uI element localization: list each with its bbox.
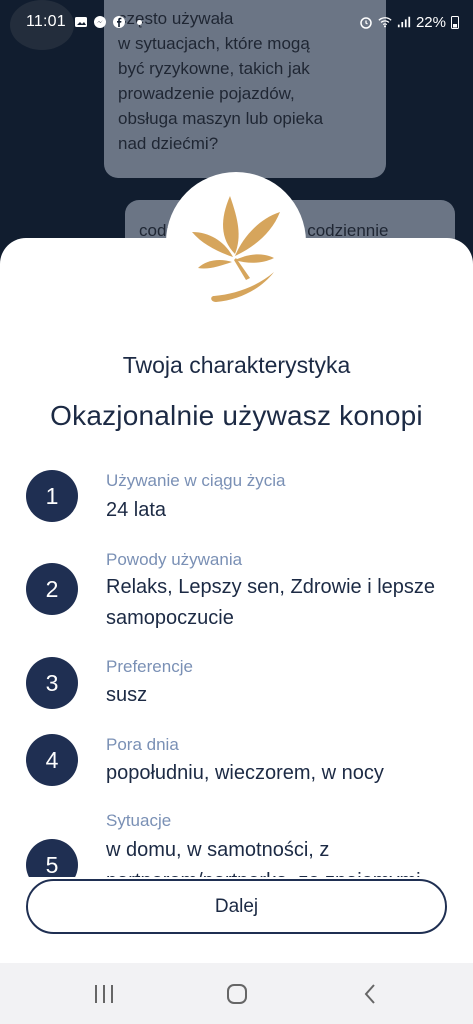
gallery-icon <box>74 17 87 27</box>
wifi-icon <box>378 17 392 28</box>
step-number: 5 <box>26 839 78 877</box>
item-label: Pora dnia <box>106 735 179 754</box>
app-logo <box>166 172 306 312</box>
alarm-icon <box>360 17 372 29</box>
profile-heading: Okazjonalnie używasz konopi <box>50 400 423 431</box>
item-value: popołudniu, wieczorem, w nocy <box>106 762 384 784</box>
facebook-icon <box>112 16 125 28</box>
recent-apps-icon <box>95 985 113 1003</box>
step-number: 1 <box>26 470 78 522</box>
item-label: Używanie w ciągu życia <box>106 471 286 490</box>
step-number: 3 <box>26 657 78 709</box>
item-value: w domu, w samotności, z partnerem/partne… <box>106 839 421 877</box>
step-number: 4 <box>26 734 78 786</box>
characteristics-list[interactable]: 1 Używanie w ciągu życia 24 lata 2 Powod… <box>0 465 473 877</box>
status-icons-left <box>74 15 142 29</box>
step-number: 2 <box>26 563 78 615</box>
battery-percent: 22% <box>415 13 446 31</box>
bubble-line: być ryzykowne, takich jak <box>118 59 310 78</box>
next-button[interactable]: Dalej <box>26 879 447 934</box>
home-button[interactable] <box>222 979 252 1009</box>
bubble-line: nad dziećmi? <box>118 134 219 153</box>
notification-dot <box>136 19 142 25</box>
item-label: Sytuacje <box>106 811 172 830</box>
back-button[interactable] <box>355 979 385 1009</box>
status-time: 11:01 <box>26 13 66 30</box>
item-label: Powody używania <box>106 550 243 569</box>
status-icons-right: 22% <box>359 14 459 31</box>
home-icon <box>227 984 247 1004</box>
sheet-title: Twoja charakterystyka <box>122 352 351 378</box>
status-bar: 11:01 22% <box>0 0 473 44</box>
item-value: susz <box>106 684 148 706</box>
battery-icon <box>451 16 459 29</box>
navigation-bar <box>0 963 473 1024</box>
cannabis-leaf-icon <box>192 196 280 302</box>
item-value: 24 lata <box>106 499 167 521</box>
messenger-icon <box>93 16 106 28</box>
item-label: Preferencje <box>106 657 193 676</box>
bubble-line: obsługa maszyn lub opieka <box>118 109 324 128</box>
back-icon <box>364 984 375 1004</box>
bubble-line: prowadzenie pojazdów, <box>118 84 295 103</box>
signal-icon <box>397 16 411 28</box>
recent-apps-button[interactable] <box>89 979 119 1009</box>
item-value: Relaks, Lepszy sen, Zdrowie i lepsze sam… <box>106 576 436 629</box>
